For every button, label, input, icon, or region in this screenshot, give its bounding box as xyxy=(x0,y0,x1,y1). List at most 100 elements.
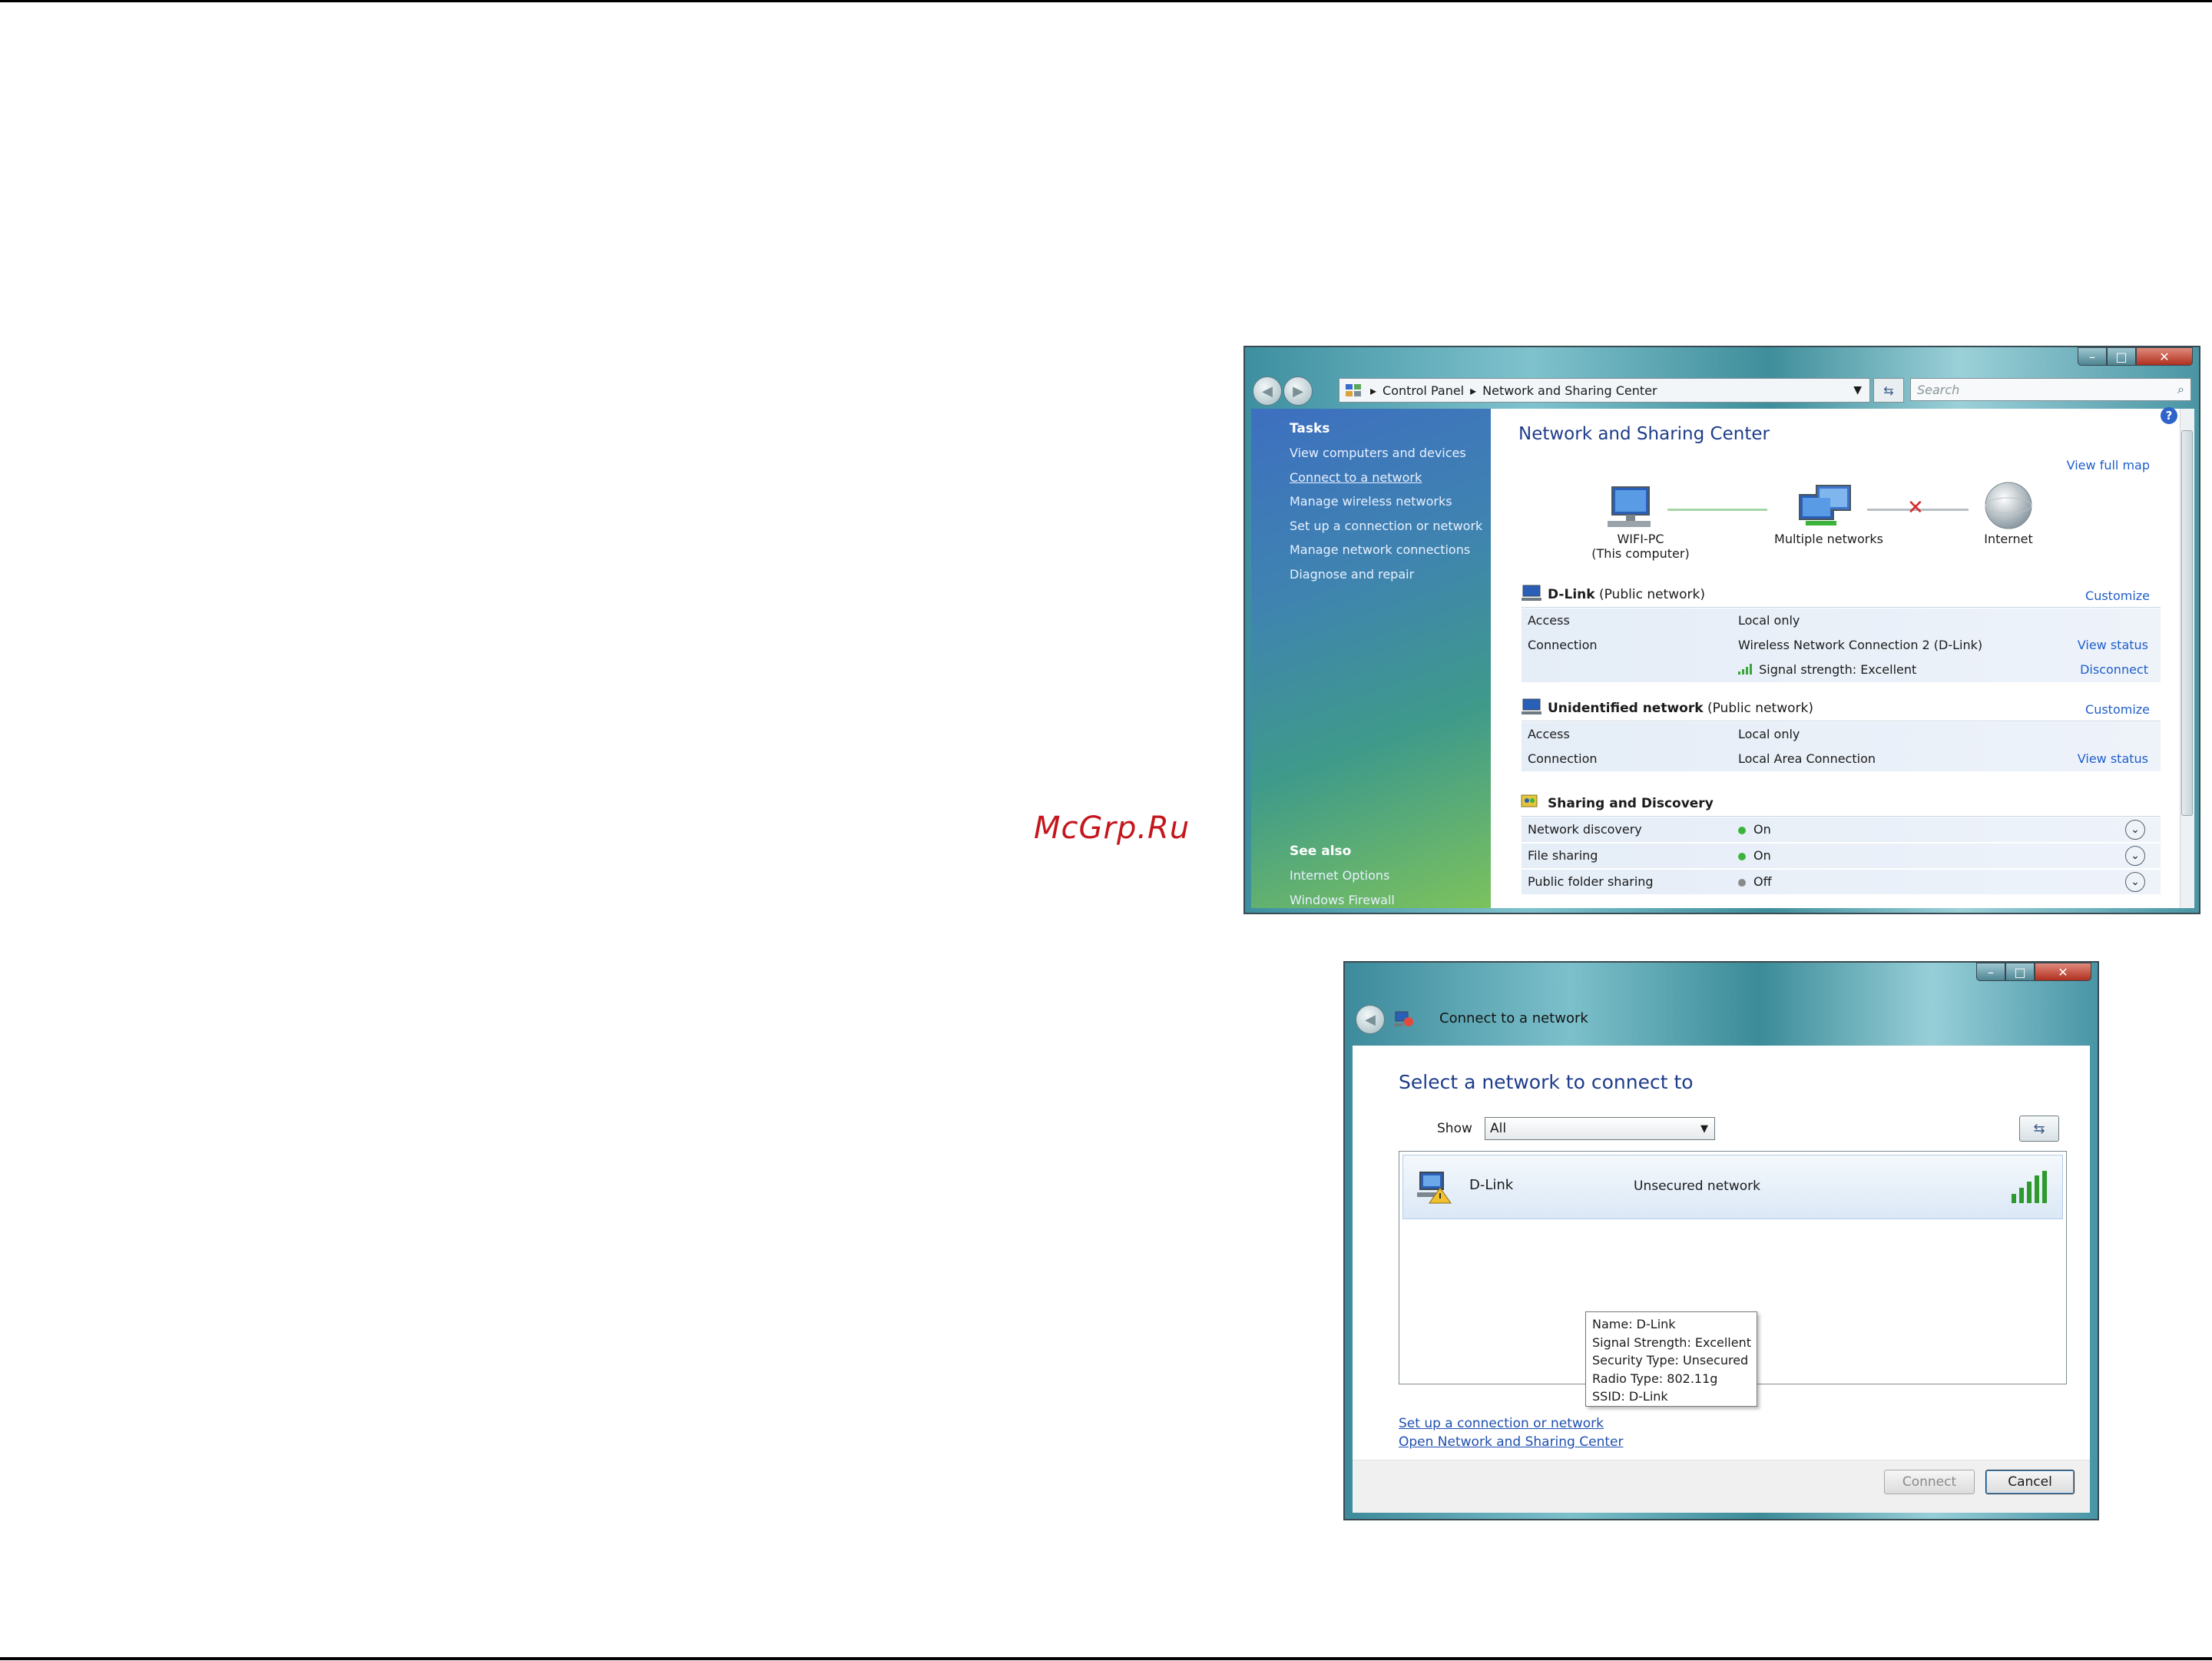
maximize-button[interactable]: □ xyxy=(2107,347,2136,366)
tooltip-name: Name: D-Link xyxy=(1592,1317,1676,1331)
task-manage-wireless[interactable]: Manage wireless networks xyxy=(1290,494,1452,509)
connection-label: Connection xyxy=(1528,751,1598,766)
window-controls: – □ ✕ xyxy=(2078,347,2193,366)
unidentified-type: (Public network) xyxy=(1707,701,1813,716)
see-also-internet-options[interactable]: Internet Options xyxy=(1290,868,1389,883)
unidentified-customize-link[interactable]: Customize xyxy=(2085,702,2150,717)
sharing-row-public-folder: Public folder sharing Off ⌄ xyxy=(1522,870,2161,894)
network-list-item[interactable]: D-Link Unsecured network xyxy=(1402,1155,2063,1219)
bottom-rule xyxy=(0,1657,2212,1660)
refresh-icon: ⇆ xyxy=(2033,1120,2045,1137)
task-diagnose-repair[interactable]: Diagnose and repair xyxy=(1290,567,1414,582)
dialog-links: Set up a connection or network Open Netw… xyxy=(1399,1414,1623,1451)
chevron-down-icon: ▼ xyxy=(1700,1122,1708,1135)
search-icon[interactable]: ⌕ xyxy=(2177,382,2184,397)
forward-button[interactable]: ▶ xyxy=(1283,376,1313,406)
scrollbar-thumb[interactable] xyxy=(2181,430,2193,816)
status-on-icon xyxy=(1738,852,1746,860)
network-bench-icon xyxy=(1522,698,1541,714)
map-networks-label[interactable]: Multiple networks xyxy=(1767,532,1890,546)
signal-bars-icon xyxy=(2012,1171,2047,1203)
expand-chevron-icon[interactable]: ⌄ xyxy=(2125,872,2145,892)
connection-value: Wireless Network Connection 2 (D-Link) xyxy=(1738,638,1983,652)
map-connection-line xyxy=(1667,509,1767,511)
vertical-scrollbar[interactable] xyxy=(2180,409,2194,908)
access-value: Local only xyxy=(1738,727,1800,741)
signal-bars-icon xyxy=(1738,664,1752,675)
multiple-networks-icon xyxy=(1799,485,1851,525)
maximize-button[interactable]: □ xyxy=(2005,963,2035,981)
status-on-icon xyxy=(1738,826,1746,834)
expand-chevron-icon[interactable]: ⌄ xyxy=(2125,820,2145,840)
back-arrow-icon: ◀ xyxy=(1262,383,1273,400)
window-title: Connect to a network xyxy=(1439,1010,1588,1026)
dlink-signal-row: Signal strength: Excellent Disconnect xyxy=(1522,658,2161,682)
minimize-button[interactable]: – xyxy=(1976,963,2005,981)
address-dropdown-icon[interactable]: ▼ xyxy=(1853,384,1862,396)
disconnected-x-icon: ✕ xyxy=(1907,496,1924,519)
sharing-heading: Sharing and Discovery xyxy=(1548,796,1714,811)
network-list: D-Link Unsecured network Name: D-Link Si… xyxy=(1399,1151,2067,1407)
minimize-button[interactable]: – xyxy=(2078,347,2107,366)
sharing-state-text: Off xyxy=(1753,874,1772,889)
breadcrumb-control-panel[interactable]: Control Panel xyxy=(1382,383,1464,398)
setup-connection-link[interactable]: Set up a connection or network xyxy=(1399,1414,1623,1433)
sharing-state: Off xyxy=(1738,874,1772,889)
address-bar[interactable]: ▸ Control Panel ▸ Network and Sharing Ce… xyxy=(1339,378,1870,403)
task-setup-connection[interactable]: Set up a connection or network xyxy=(1290,519,1482,533)
expand-chevron-icon[interactable]: ⌄ xyxy=(2125,846,2145,866)
dlink-type: (Public network) xyxy=(1598,587,1705,602)
network-connect-icon xyxy=(1394,1011,1413,1026)
internet-globe-icon xyxy=(1985,482,2032,529)
search-input[interactable]: Search ⌕ xyxy=(1910,378,2191,401)
open-network-center-link[interactable]: Open Network and Sharing Center xyxy=(1399,1433,1623,1451)
refresh-networks-button[interactable]: ⇆ xyxy=(2019,1116,2059,1142)
help-icon[interactable]: ? xyxy=(2161,407,2177,424)
sharing-state: On xyxy=(1738,848,1771,863)
see-also-windows-firewall[interactable]: Windows Firewall xyxy=(1290,893,1395,907)
control-panel-icon xyxy=(1346,384,1361,396)
close-button[interactable]: ✕ xyxy=(2035,963,2091,981)
task-manage-connections[interactable]: Manage network connections xyxy=(1290,542,1470,557)
breadcrumb-separator: ▸ xyxy=(1370,383,1377,398)
dlink-view-status-link[interactable]: View status xyxy=(2078,638,2148,652)
breadcrumb-network-sharing-center[interactable]: Network and Sharing Center xyxy=(1482,383,1657,398)
section-divider xyxy=(1522,816,2161,817)
dlink-customize-link[interactable]: Customize xyxy=(2085,588,2150,603)
sharing-row-network-discovery: Network discovery On ⌄ xyxy=(1522,817,2161,842)
task-view-computers[interactable]: View computers and devices xyxy=(1290,446,1466,460)
view-full-map-link[interactable]: View full map xyxy=(2067,458,2150,472)
back-button[interactable]: ◀ xyxy=(1356,1005,1385,1034)
status-off-icon xyxy=(1738,878,1746,887)
computer-icon xyxy=(1608,486,1651,527)
sharing-icon xyxy=(1521,794,1538,807)
forward-arrow-icon: ▶ xyxy=(1293,383,1303,400)
refresh-button[interactable]: ⇆ xyxy=(1873,378,1904,403)
tooltip-security: Security Type: Unsecured xyxy=(1592,1353,1749,1368)
show-filter-select[interactable]: All ▼ xyxy=(1485,1117,1715,1140)
cancel-button[interactable]: Cancel xyxy=(1985,1470,2075,1494)
unidentified-name: Unidentified network xyxy=(1548,701,1704,716)
map-internet-label[interactable]: Internet xyxy=(1970,532,2047,546)
sharing-row-file-sharing: File sharing On ⌄ xyxy=(1522,844,2161,868)
dialog-heading: Select a network to connect to xyxy=(1399,1071,1694,1093)
sharing-label: File sharing xyxy=(1528,848,1598,863)
access-value: Local only xyxy=(1738,613,1800,628)
connection-value: Local Area Connection xyxy=(1738,751,1876,766)
tooltip-ssid: SSID: D-Link xyxy=(1592,1389,1668,1404)
navigation-bar: ◀ ▶ ▸ Control Panel ▸ Network and Sharin… xyxy=(1253,376,2191,406)
unidentified-view-status-link[interactable]: View status xyxy=(2078,751,2148,766)
top-rule xyxy=(0,0,2212,2)
show-filter-value: All xyxy=(1490,1121,1507,1136)
task-connect-to-network[interactable]: Connect to a network xyxy=(1290,470,1422,485)
dialog-body: Select a network to connect to Show All … xyxy=(1353,1046,2090,1460)
dlink-disconnect-link[interactable]: Disconnect xyxy=(2080,662,2148,677)
map-computer-label: WIFI-PC (This computer) xyxy=(1587,532,1694,561)
connect-button[interactable]: Connect xyxy=(1884,1470,1975,1494)
back-button[interactable]: ◀ xyxy=(1253,376,1282,406)
computer-subtitle: (This computer) xyxy=(1591,546,1690,561)
network-bench-icon xyxy=(1522,585,1541,601)
dlink-access-row: Access Local only xyxy=(1522,608,2161,633)
network-name: D-Link xyxy=(1469,1177,1514,1193)
close-button[interactable]: ✕ xyxy=(2136,347,2193,366)
